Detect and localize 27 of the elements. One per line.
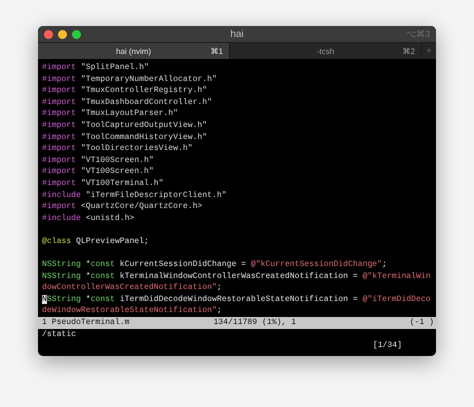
code-line: dowControllerWasCreatedNotification"; (42, 282, 223, 294)
code-line: #import "TemporaryNumberAllocator.h" (42, 74, 218, 86)
code-line: #import "SplitPanel.h" (42, 62, 150, 74)
code-line: NSString *const kCurrentSessionDidChange = @"kCurrentSessionDidChange"; (42, 259, 388, 271)
code-line: NSString *const iTermDidDecodeWindowRestorableStateNotification = @"iTermDidDeco (42, 294, 432, 306)
code-line: @class QLPreviewPanel; (42, 236, 150, 248)
code-line: #import "VT100Screen.h" (42, 154, 155, 166)
code-line: #import "VT100Screen.h" (42, 166, 155, 178)
code-line: NSString *const kTerminalWindowControllerWasCreatedNotification = @"kTerminalWin (42, 270, 432, 282)
minimize-icon[interactable] (58, 30, 67, 38)
code-line: #import "TmuxLayoutParser.h" (42, 108, 179, 120)
code-line: #include <unistd.h> (42, 212, 136, 224)
code-line: #import "TmuxControllerRegistry.h" (42, 85, 208, 97)
code-line: #include "iTermFileDescriptorClient.h" (42, 190, 228, 202)
zoom-icon[interactable] (72, 30, 81, 38)
tab[interactable]: hai (nvim) ⌘1 (38, 43, 230, 59)
code-line: #import "TmuxDashboardController.h" (42, 96, 213, 108)
search-count: [1/34] (372, 341, 402, 350)
code-line: #import "ToolCapturedOutputView.h" (42, 120, 208, 132)
code-line: deWindowRestorableStateNotification"; (42, 305, 223, 318)
code-line: #import "ToolCommandHistoryView.h" (42, 132, 208, 144)
code-line: #import <QuartzCore/QuartzCore.h> (42, 201, 204, 213)
window-title: hai (230, 28, 244, 40)
close-icon[interactable] (44, 30, 53, 38)
code-line: #import "VT100Terminal.h" (42, 178, 164, 190)
command-line: /static (42, 328, 77, 340)
code-line: #import "ToolDirectoriesView.h" (42, 143, 194, 155)
